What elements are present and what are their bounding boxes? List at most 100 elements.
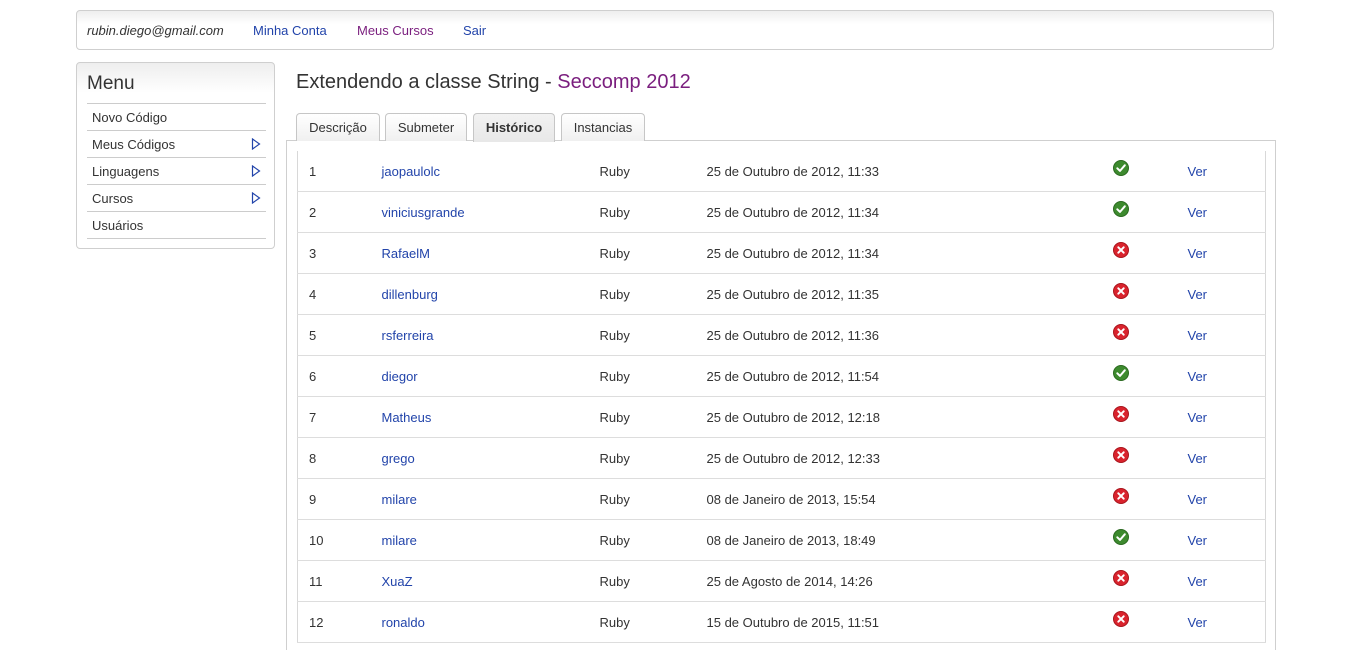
tab-descricao[interactable]: Descrição [296,113,380,141]
ver-link[interactable]: Ver [1188,492,1208,507]
ver-link[interactable]: Ver [1188,410,1208,425]
tab-instancias[interactable]: Instancias [561,113,645,141]
date-cell: 25 de Outubro de 2012, 11:34 [706,191,1113,233]
success-icon [1112,160,1129,177]
status-cell [1112,273,1188,315]
ver-link[interactable]: Ver [1188,574,1208,589]
ver-link[interactable]: Ver [1188,287,1208,302]
user-link[interactable]: milare [382,492,417,507]
table-row: 12 ronaldo Ruby 15 de Outubro de 2015, 11:5… [297,601,1266,643]
user-link[interactable]: RafaelM [382,246,430,261]
ver-link[interactable]: Ver [1188,451,1208,466]
ver-link[interactable]: Ver [1188,533,1208,548]
sidebar-item-cursos[interactable]: Cursos [87,185,266,212]
success-icon [1112,529,1129,546]
sidebar-item-usuarios[interactable]: Usuários [87,212,266,239]
table-row: 6 diegor Ruby 25 de Outubro de 2012, 11:54 V… [297,355,1266,397]
user-cell: jaopaulolc [381,151,600,192]
action-cell: Ver [1187,560,1266,602]
status-cell [1112,478,1188,520]
error-icon [1112,324,1129,341]
table-row: 10 milare Ruby 08 de Janeiro de 2013, 18:49… [297,519,1266,561]
user-cell: diegor [381,355,600,397]
top-bar: rubin.diego@gmail.com Minha Conta Meus C… [76,10,1274,50]
action-cell: Ver [1187,314,1266,356]
submenu-arrow-icon [251,138,261,150]
language-cell: Ruby [599,437,707,479]
ver-link[interactable]: Ver [1188,246,1208,261]
row-number: 4 [297,273,382,315]
language-cell: Ruby [599,314,707,356]
user-link[interactable]: XuaZ [382,574,413,589]
language-cell: Ruby [599,273,707,315]
error-icon [1112,488,1129,505]
nav-link-minha-conta[interactable]: Minha Conta [253,23,327,38]
user-cell: dillenburg [381,273,600,315]
user-link[interactable]: dillenburg [382,287,438,302]
language-cell: Ruby [599,396,707,438]
status-cell [1112,396,1188,438]
row-number: 12 [297,601,382,643]
language-cell: Ruby [599,478,707,520]
action-cell: Ver [1187,151,1266,192]
sidebar-item-label: Cursos [92,191,134,206]
ver-link[interactable]: Ver [1188,164,1208,179]
ver-link[interactable]: Ver [1188,615,1208,630]
table-row: 8 grego Ruby 25 de Outubro de 2012, 12:33 Ve… [297,437,1266,479]
user-cell: rsferreira [381,314,600,356]
row-number: 3 [297,232,382,274]
history-table-body: 1 jaopaulolc Ruby 25 de Outubro de 2012, 11… [297,151,1266,643]
user-link[interactable]: ronaldo [382,615,425,630]
tab-submeter[interactable]: Submeter [385,113,467,141]
user-cell: grego [381,437,600,479]
sidebar-item-meus-codigos[interactable]: Meus Códigos [87,131,266,158]
user-link[interactable]: rsferreira [382,328,434,343]
sidebar-item-label: Usuários [92,218,144,233]
sidebar-item-label: Linguagens [92,164,160,179]
action-cell: Ver [1187,478,1266,520]
table-row: 1 jaopaulolc Ruby 25 de Outubro de 2012, 11… [297,151,1266,192]
ver-link[interactable]: Ver [1188,369,1208,384]
nav-link-sair[interactable]: Sair [463,23,486,38]
row-number: 1 [297,151,382,192]
page-title: Extendendo a classe String - Seccomp 201… [296,71,691,94]
sidebar-item-linguagens[interactable]: Linguagens [87,158,266,185]
error-icon [1112,242,1129,259]
user-link[interactable]: grego [382,451,415,466]
action-cell: Ver [1187,355,1266,397]
nav-link-meus-cursos[interactable]: Meus Cursos [357,23,434,38]
ver-link[interactable]: Ver [1188,205,1208,220]
row-number: 7 [297,396,382,438]
action-cell: Ver [1187,232,1266,274]
user-link[interactable]: viniciusgrande [382,205,465,220]
action-cell: Ver [1187,396,1266,438]
user-link[interactable]: jaopaulolc [382,164,441,179]
problem-title: Extendendo a classe String [296,71,540,93]
course-link[interactable]: Seccomp 2012 [557,71,690,93]
action-cell: Ver [1187,191,1266,233]
language-cell: Ruby [599,560,707,602]
tab-historico[interactable]: Histórico [473,113,555,142]
user-link[interactable]: Matheus [382,410,432,425]
user-link[interactable]: milare [382,533,417,548]
row-number: 5 [297,314,382,356]
user-cell: milare [381,519,600,561]
date-cell: 25 de Outubro de 2012, 11:33 [706,151,1113,192]
date-cell: 08 de Janeiro de 2013, 18:49 [706,519,1113,561]
date-cell: 25 de Outubro de 2012, 11:35 [706,273,1113,315]
table-row: 2 viniciusgrande Ruby 25 de Outubro de 2012… [297,191,1266,233]
row-number: 8 [297,437,382,479]
table-row: 9 milare Ruby 08 de Janeiro de 2013, 15:54 V… [297,478,1266,520]
ver-link[interactable]: Ver [1188,328,1208,343]
row-number: 6 [297,355,382,397]
error-icon [1112,611,1129,628]
sidebar-item-novo-codigo[interactable]: Novo Código [87,104,266,131]
table-row: 11 XuaZ Ruby 25 de Agosto de 2014, 14:26 Ver [297,560,1266,602]
error-icon [1112,283,1129,300]
success-icon [1112,365,1129,382]
sidebar-menu: Menu Novo Código Meus Códigos Linguagens… [76,62,275,249]
submenu-arrow-icon [251,165,261,177]
user-link[interactable]: diegor [382,369,418,384]
date-cell: 25 de Outubro de 2012, 11:36 [706,314,1113,356]
date-cell: 08 de Janeiro de 2013, 15:54 [706,478,1113,520]
